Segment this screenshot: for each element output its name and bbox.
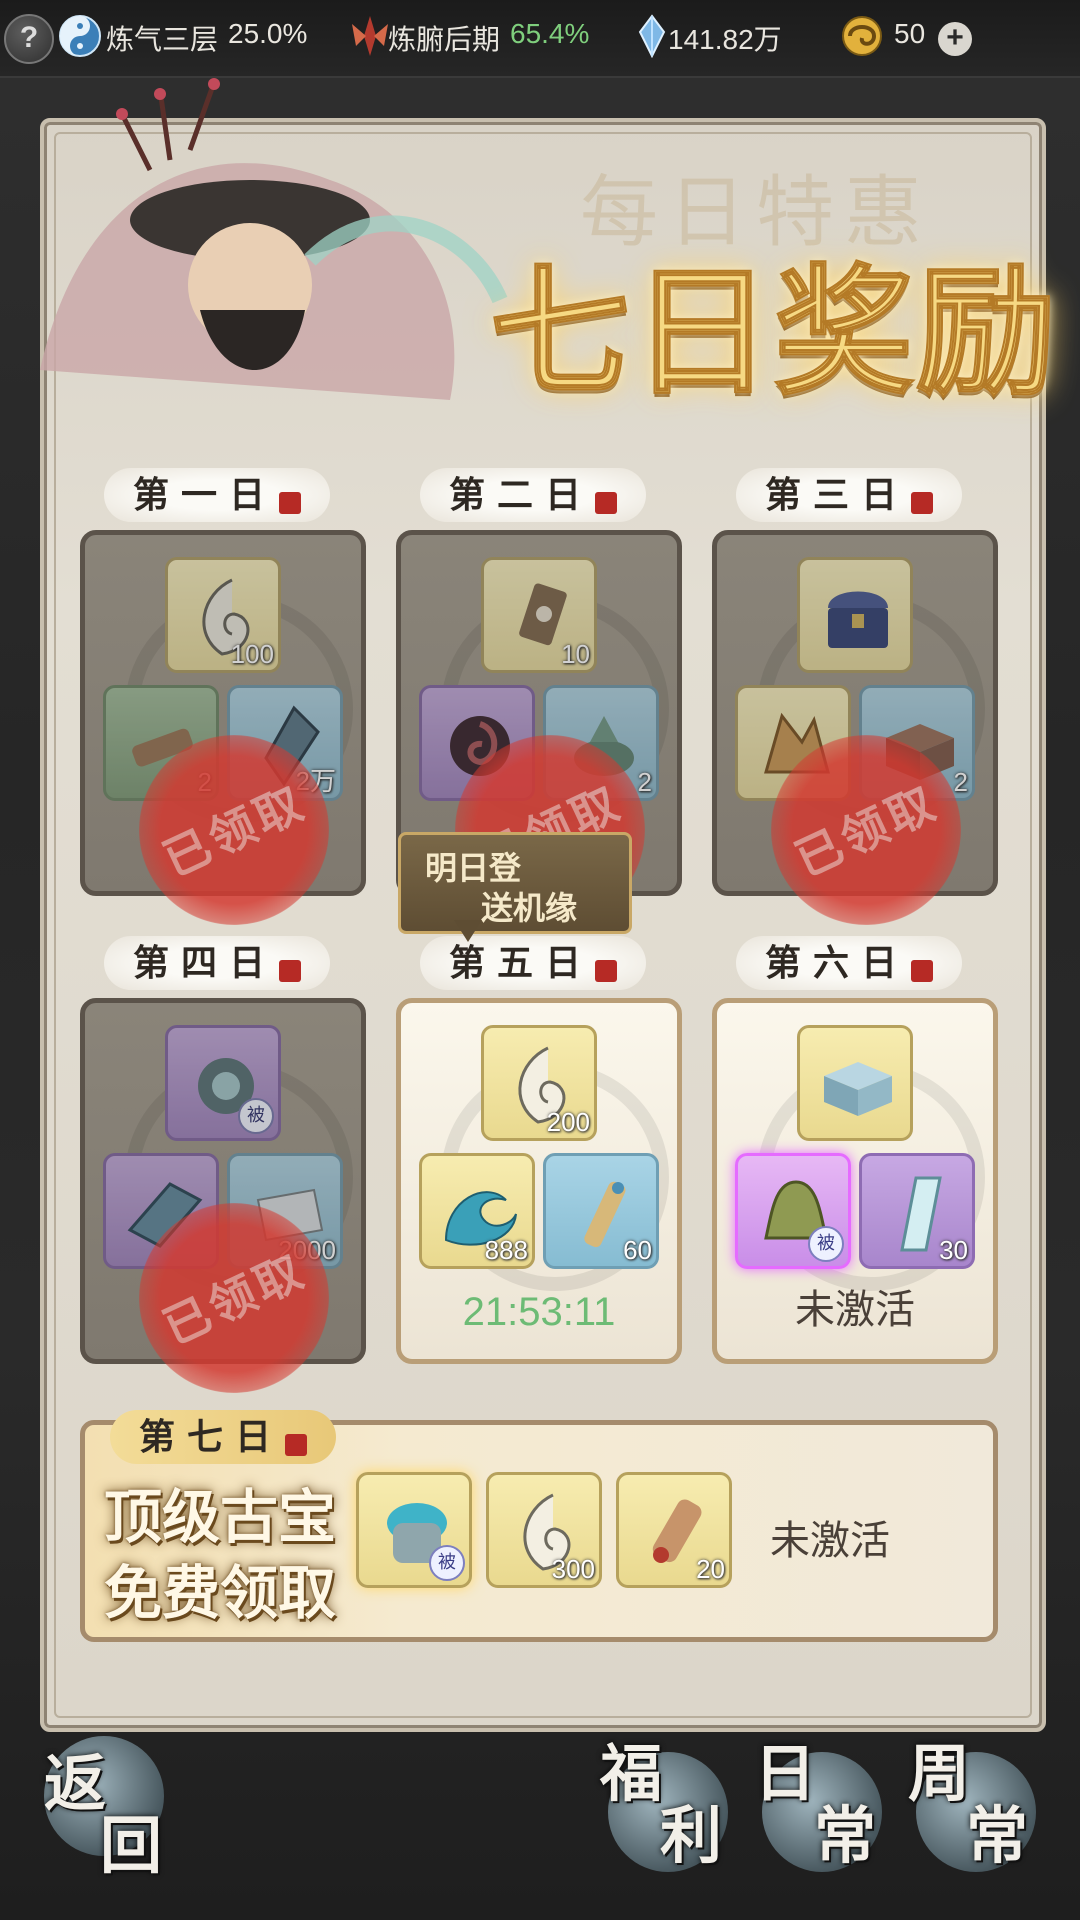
back-button-char2[interactable]: 回 bbox=[100, 1814, 162, 1878]
day3-header: 第三日 bbox=[736, 468, 962, 522]
treasure-chest-icon bbox=[828, 591, 888, 648]
promo-line1: 顶级古宝 bbox=[104, 1483, 337, 1551]
body-percent: 65.4% bbox=[510, 18, 590, 49]
weekly-button-char2[interactable]: 常 bbox=[966, 1804, 1028, 1868]
realm-percent: 25.0% bbox=[228, 18, 308, 49]
help-button[interactable]: ? bbox=[4, 14, 54, 64]
item-qty: 888 bbox=[484, 1235, 528, 1265]
day5-card[interactable]: 200 888 60 21:53:11 bbox=[396, 998, 682, 1364]
seal-icon bbox=[911, 959, 933, 982]
day1-card[interactable]: 100 2 2万 已领取 bbox=[80, 530, 366, 957]
welfare-button-char1[interactable]: 福 bbox=[600, 1742, 662, 1806]
day7-item-1[interactable]: 被 bbox=[356, 1472, 472, 1588]
countdown-timer: 21:53:11 bbox=[462, 1290, 616, 1334]
day6-item-2[interactable]: 被 bbox=[735, 1153, 851, 1269]
day3-item-1[interactable] bbox=[797, 557, 913, 673]
status-bar: ? 炼气三层 25.0% 炼腑后期 65.4% 141.82万 50 + bbox=[0, 0, 1080, 78]
add-currency-button[interactable]: + bbox=[938, 22, 972, 56]
item-qty: 60 bbox=[623, 1235, 652, 1265]
day7-header: 第七日 bbox=[110, 1410, 336, 1464]
ice-box-icon bbox=[824, 1062, 892, 1116]
day6-item-1[interactable] bbox=[797, 1025, 913, 1141]
day7-item-2[interactable]: 300 bbox=[486, 1472, 602, 1588]
sage-illustration bbox=[40, 78, 508, 400]
stamp-text: 已领取 bbox=[155, 774, 314, 888]
day2-label: 第二日 bbox=[448, 474, 593, 516]
day6-label: 第六日 bbox=[764, 942, 909, 984]
item-qty: 30 bbox=[939, 1235, 968, 1265]
spirit-stone-count: 141.82万 bbox=[668, 24, 782, 55]
seal-icon bbox=[911, 491, 933, 514]
item-qty: 2 bbox=[637, 767, 652, 797]
passive-badge: 被 bbox=[429, 1545, 465, 1581]
day4-label: 第四日 bbox=[132, 942, 277, 984]
day4-header: 第四日 bbox=[104, 936, 330, 990]
banner-title: 七日奖励 bbox=[489, 250, 1059, 416]
day5-item-2[interactable]: 888 bbox=[419, 1153, 535, 1269]
stamp-text: 已领取 bbox=[787, 774, 946, 888]
seal-icon bbox=[279, 959, 301, 982]
seal-icon bbox=[279, 491, 301, 514]
day2-header: 第二日 bbox=[420, 468, 646, 522]
day1-header: 第一日 bbox=[104, 468, 330, 522]
day6-card[interactable]: 被 30 未激活 bbox=[712, 998, 998, 1364]
item-qty: 300 bbox=[551, 1554, 595, 1584]
daily-button-char2[interactable]: 常 bbox=[814, 1804, 876, 1868]
item-qty: 200 bbox=[546, 1107, 590, 1137]
day4-item-1[interactable]: 被 bbox=[165, 1025, 281, 1141]
seal-icon bbox=[285, 1433, 307, 1456]
item-qty: 100 bbox=[230, 639, 274, 669]
day1-item-1[interactable]: 100 bbox=[165, 557, 281, 673]
day5-header: 第五日 bbox=[420, 936, 646, 990]
tooltip-line2: 送机缘 bbox=[481, 889, 578, 927]
inactive-status: 未激活 bbox=[795, 1288, 915, 1332]
day7-item-3[interactable]: 20 bbox=[616, 1472, 732, 1588]
passive-badge: 被 bbox=[238, 1098, 274, 1134]
taiji-icon bbox=[59, 15, 101, 57]
daily-button-char1[interactable]: 日 bbox=[754, 1742, 816, 1806]
realm-label: 炼气三层 bbox=[106, 24, 219, 55]
day6-header: 第六日 bbox=[736, 936, 962, 990]
day2-item-1[interactable]: 10 bbox=[481, 557, 597, 673]
tooltip-tail bbox=[454, 920, 482, 942]
day7-label: 第七日 bbox=[138, 1416, 283, 1458]
day5-item-1[interactable]: 200 bbox=[481, 1025, 597, 1141]
promo-line2: 免费领取 bbox=[104, 1559, 337, 1627]
passive-badge: 被 bbox=[808, 1226, 844, 1262]
yinyang-coin-icon bbox=[842, 16, 882, 56]
item-qty: 10 bbox=[561, 639, 590, 669]
day3-label: 第三日 bbox=[764, 474, 909, 516]
seal-icon bbox=[595, 491, 617, 514]
day5-label: 第五日 bbox=[448, 942, 593, 984]
day6-item-3[interactable]: 30 bbox=[859, 1153, 975, 1269]
day5-item-3[interactable]: 60 bbox=[543, 1153, 659, 1269]
body-label: 炼腑后期 bbox=[388, 24, 501, 55]
tomorrow-login-tooltip: 明日登 送机缘 bbox=[398, 832, 632, 934]
weekly-button-char1[interactable]: 周 bbox=[908, 1742, 970, 1806]
welfare-button-char2[interactable]: 利 bbox=[660, 1804, 722, 1868]
back-button-char1[interactable]: 返 bbox=[44, 1752, 106, 1816]
day3-card[interactable]: 2 已领取 bbox=[712, 530, 998, 957]
day7-status: 未激活 bbox=[770, 1519, 890, 1563]
body-refine-icon bbox=[352, 16, 388, 56]
day4-card[interactable]: 被 2000 已领取 bbox=[80, 998, 366, 1425]
stamp-text: 已领取 bbox=[155, 1242, 314, 1356]
item-qty: 2 bbox=[953, 767, 968, 797]
currency-amount: 50 bbox=[894, 18, 926, 49]
item-qty: 20 bbox=[696, 1554, 725, 1584]
day1-label: 第一日 bbox=[132, 474, 277, 516]
seal-icon bbox=[595, 959, 617, 982]
